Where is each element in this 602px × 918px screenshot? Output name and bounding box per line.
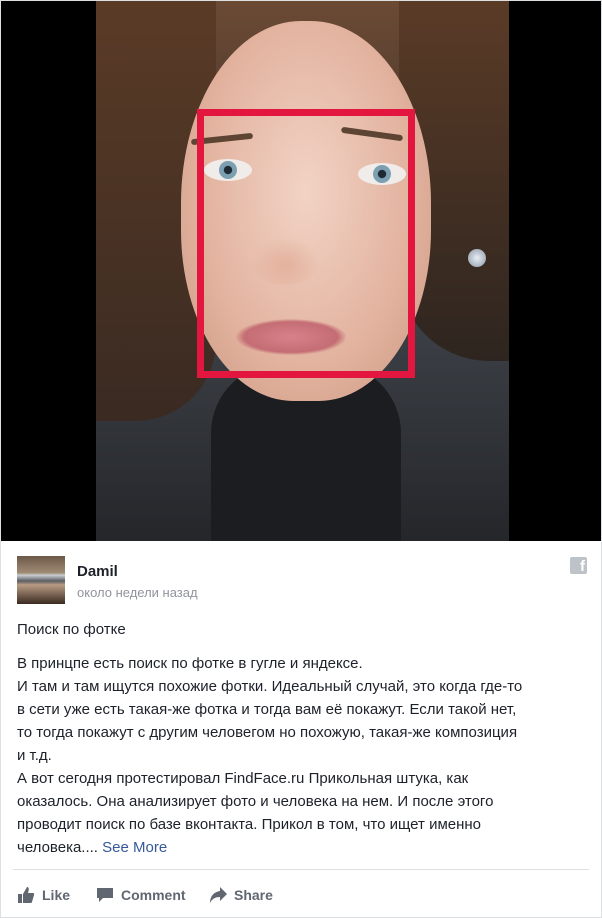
share-label: Share — [234, 887, 273, 903]
post-body-line: и т.д. — [17, 747, 52, 764]
share-arrow-icon — [210, 887, 227, 903]
post-body-line: в сети уже есть такая-же фотка и тогда в… — [17, 701, 517, 718]
see-more-link[interactable]: See More — [102, 839, 167, 856]
post-body-line: оказалось. Она анализирует фото и челове… — [17, 793, 494, 810]
post-body-line: то тогда покажут с другим человегом но п… — [17, 724, 518, 741]
facebook-post-card: Damil около недели назад f Поиск по фотк… — [0, 0, 602, 918]
post-body-line: проводит поиск по базе вконтакта. Прикол… — [17, 816, 482, 833]
speech-bubble-icon — [97, 888, 113, 902]
actions-divider — [13, 869, 589, 870]
comment-button[interactable]: Comment — [96, 884, 186, 906]
thumbs-up-icon — [18, 887, 35, 903]
face-detection-box — [197, 109, 415, 378]
post-body-line: И там и там ищутся похожие фотки. Идеаль… — [17, 678, 523, 695]
post-photo[interactable] — [1, 1, 601, 541]
post-header: Damil около недели назад f — [17, 556, 587, 606]
post-timestamp[interactable]: около недели назад — [77, 585, 198, 600]
post-title: Поиск по фотке — [17, 621, 126, 638]
post-body-line: человека.... — [17, 839, 98, 856]
avatar[interactable] — [17, 556, 65, 604]
earring — [468, 249, 486, 267]
post-body-line: В принцпе есть поиск по фотке в гугле и … — [17, 655, 363, 672]
post-body-line: А вот сегодня протестировал FindFace.ru … — [17, 770, 469, 787]
author-name[interactable]: Damil — [77, 563, 118, 580]
like-button[interactable]: Like — [17, 884, 70, 906]
comment-label: Comment — [121, 887, 186, 903]
post-body-last-line: человека.... See More — [17, 836, 589, 859]
post-body: В принцпе есть поиск по фотке в гугле и … — [17, 652, 589, 859]
like-label: Like — [42, 887, 71, 903]
share-button[interactable]: Share — [209, 884, 273, 906]
facebook-icon[interactable]: f — [570, 557, 587, 575]
